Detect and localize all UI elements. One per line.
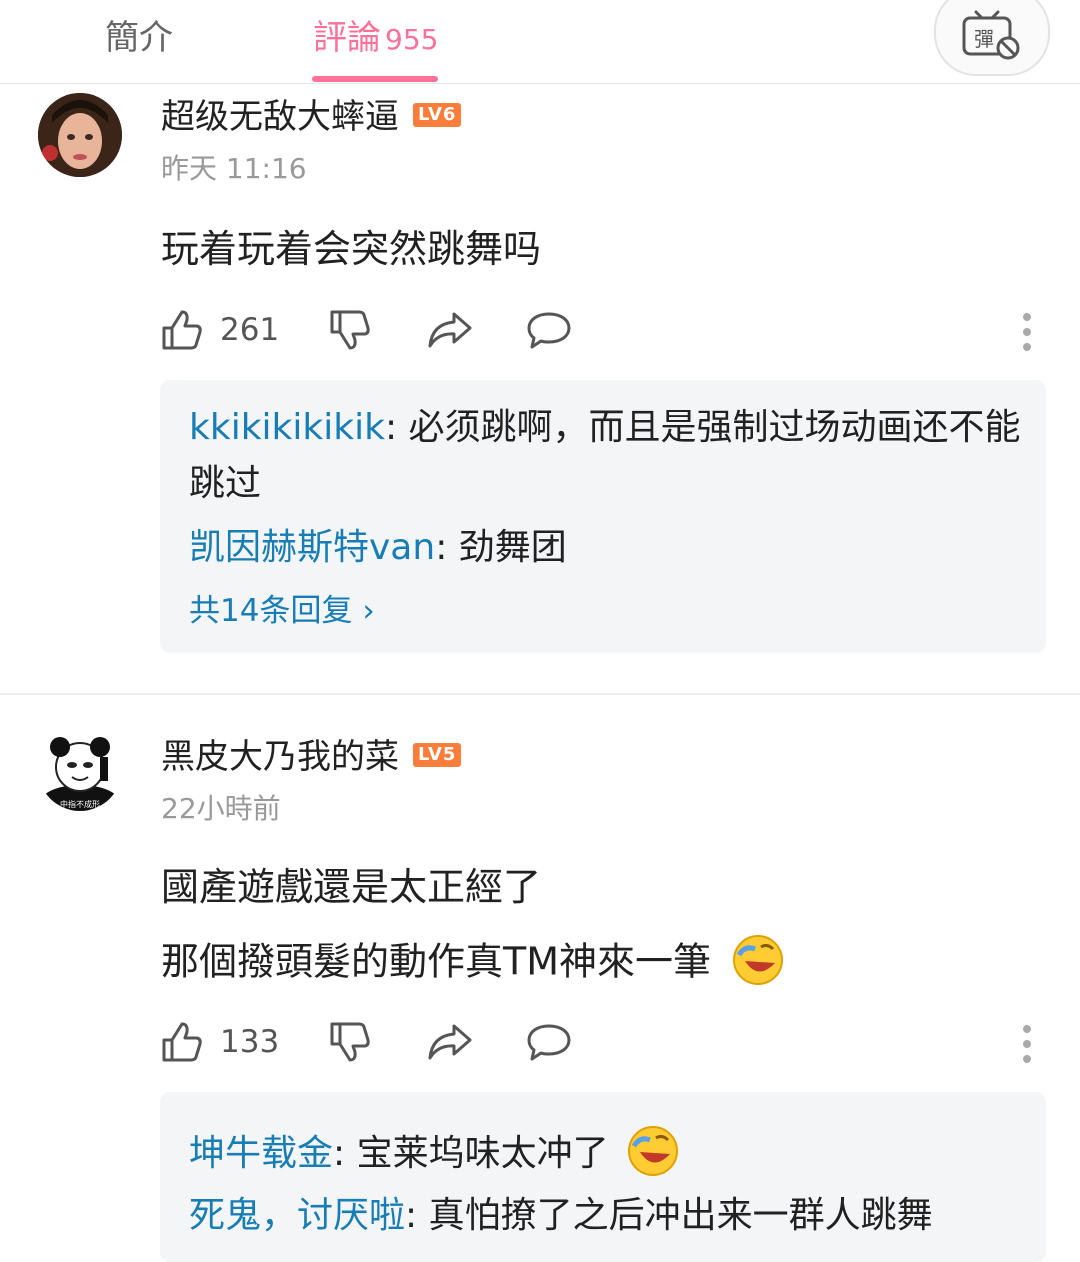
share-button[interactable] xyxy=(426,308,472,352)
comment-text[interactable]: 玩着玩着会突然跳舞吗 xyxy=(161,225,541,273)
like-count: 261 xyxy=(220,312,280,348)
reply-username[interactable]: 坤牛载金 xyxy=(189,1133,333,1174)
reply-text: 真怕撩了之后冲出来一群人跳舞 xyxy=(428,1195,933,1236)
thumbs-down-icon xyxy=(330,1022,370,1062)
view-all-replies-text: 共14条回复 xyxy=(189,593,353,629)
username-text: 黑皮大乃我的菜 xyxy=(161,737,399,777)
chevron-right-icon: › xyxy=(362,593,375,629)
avatar-image xyxy=(38,93,122,177)
comment-text-line2[interactable]: 那個撥頭髮的動作真TM神來一筆 xyxy=(161,935,785,991)
reply-text: 劲舞团 xyxy=(458,527,567,568)
reply-username[interactable]: 死鬼，讨厌啦 xyxy=(189,1195,405,1236)
svg-text:彈: 彈 xyxy=(974,27,994,51)
avatar[interactable]: 中指不成形 xyxy=(38,727,122,811)
more-options-button[interactable] xyxy=(1022,1024,1032,1068)
comment-actions: 133 xyxy=(160,1020,1040,1066)
comment-bubble-icon xyxy=(527,1024,571,1061)
reply-item: kkikikikikik: 必须跳啊，而且是强制过场动画还不能跳过 xyxy=(189,400,1029,512)
avatar[interactable] xyxy=(38,93,122,177)
tab-comments-label: 評論 xyxy=(313,18,381,58)
danmaku-toggle-button[interactable]: 彈 xyxy=(934,0,1050,76)
reply-separator: : xyxy=(405,1195,429,1236)
share-icon xyxy=(428,1024,472,1060)
comment-time: 22小時前 xyxy=(161,792,281,825)
comment-text-line2-text: 那個撥頭髮的動作真TM神來一筆 xyxy=(161,939,711,984)
reply-username[interactable]: kkikikikikik xyxy=(189,407,385,448)
reply-item: 坤牛载金: 宝莱坞味太冲了 xyxy=(189,1126,1029,1182)
like-button[interactable]: 261 xyxy=(160,308,279,352)
username[interactable]: 黑皮大乃我的菜 LV5 xyxy=(161,729,462,778)
comment-bubble-icon xyxy=(527,312,571,349)
tab-bar: 簡介 評論 955 彈 xyxy=(0,0,1080,84)
danmaku-off-icon: 彈 xyxy=(962,10,1020,60)
thumbs-down-icon xyxy=(330,310,370,350)
replies-box[interactable]: kkikikikikik: 必须跳啊，而且是强制过场动画还不能跳过 凯因赫斯特v… xyxy=(160,380,1046,653)
tab-comments[interactable]: 評論 955 xyxy=(313,10,438,59)
reply-item: 死鬼，讨厌啦: 真怕撩了之后冲出来一群人跳舞 xyxy=(189,1188,1029,1244)
view-all-replies-link[interactable]: 共14条回复 › xyxy=(189,585,375,630)
username-text: 超级无敌大蟀逼 xyxy=(161,97,399,137)
comment-text[interactable]: 國產遊戲還是太正經了 xyxy=(161,863,541,911)
more-vertical-icon xyxy=(1023,313,1031,351)
reply-item: 凯因赫斯特van: 劲舞团 xyxy=(189,520,1029,576)
reply-separator: : xyxy=(384,407,409,448)
reply-button[interactable] xyxy=(526,308,572,352)
laughing-tears-emoji-icon xyxy=(628,1126,679,1176)
more-options-button[interactable] xyxy=(1022,312,1032,356)
active-tab-indicator xyxy=(312,76,438,82)
level-badge: LV6 xyxy=(413,102,462,127)
comments-count: 955 xyxy=(385,23,439,56)
dislike-button[interactable] xyxy=(328,1020,372,1064)
username[interactable]: 超级无敌大蟀逼 LV6 xyxy=(161,89,462,138)
avatar-caption: 中指不成形 xyxy=(60,799,100,809)
dislike-button[interactable] xyxy=(328,308,372,352)
level-badge: LV5 xyxy=(413,742,462,767)
reply-text: 宝莱坞味太冲了 xyxy=(356,1133,609,1174)
avatar-image: 中指不成形 xyxy=(38,727,122,811)
replies-box[interactable]: 坤牛载金: 宝莱坞味太冲了 死鬼，讨厌啦: 真怕撩了之后冲出来一群人跳舞 xyxy=(160,1092,1046,1262)
laughing-tears-emoji-icon xyxy=(733,935,784,985)
comment-actions: 261 xyxy=(160,308,1040,354)
comment-item: 中指不成形 黑皮大乃我的菜 LV5 22小時前 國產遊戲還是太正經了 那個撥頭髮的… xyxy=(0,695,1080,1262)
reply-button[interactable] xyxy=(526,1020,572,1064)
thumbs-up-icon xyxy=(162,1022,202,1062)
tab-intro[interactable]: 簡介 xyxy=(105,10,173,59)
more-vertical-icon xyxy=(1023,1025,1031,1063)
reply-separator: : xyxy=(333,1133,357,1174)
reply-username[interactable]: 凯因赫斯特van xyxy=(189,527,435,568)
thumbs-up-icon xyxy=(162,310,202,350)
share-icon xyxy=(428,312,472,348)
like-count: 133 xyxy=(220,1024,280,1060)
share-button[interactable] xyxy=(426,1020,472,1064)
comment-item: 超级无敌大蟀逼 LV6 昨天 11:16 玩着玩着会突然跳舞吗 261 kkiki… xyxy=(0,83,1080,695)
like-button[interactable]: 133 xyxy=(160,1020,279,1064)
reply-separator: : xyxy=(435,527,459,568)
comment-time: 昨天 11:16 xyxy=(161,152,307,185)
